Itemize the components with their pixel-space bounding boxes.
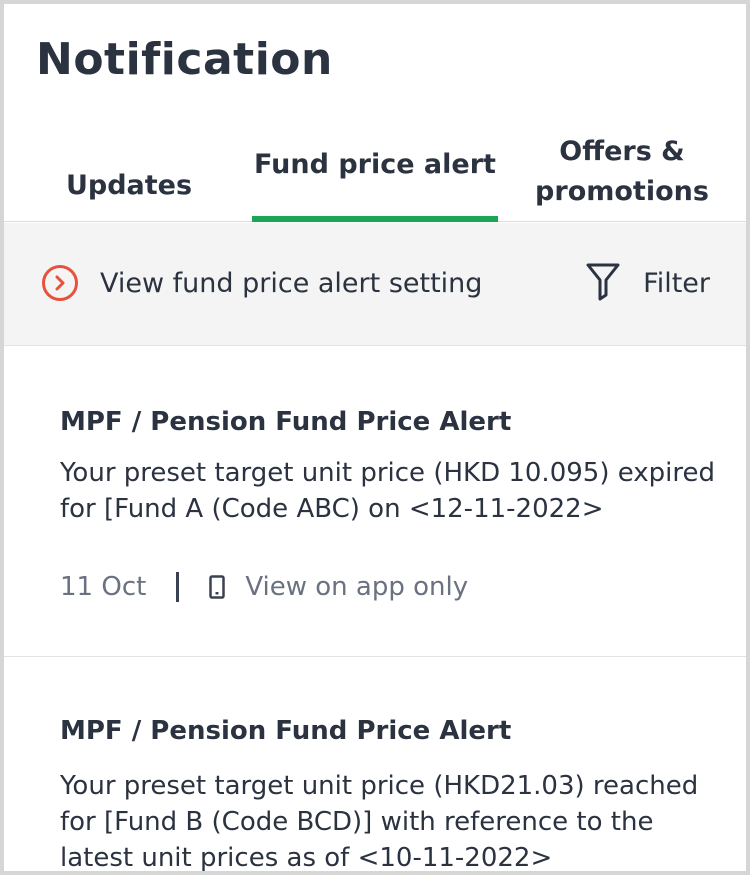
notification-channel: View on app only (245, 572, 469, 602)
notification-body: Your preset target unit price (HKD21.03)… (60, 771, 699, 871)
meta-divider (176, 572, 180, 602)
notification-body: Your preset target unit price (HKD 10.09… (60, 458, 716, 524)
tab-updates-label: Updates (65, 169, 193, 201)
view-alert-setting-label: View fund price alert setting (100, 267, 483, 299)
notification-item[interactable]: MPF / Pension Fund Price Alert Your pres… (4, 658, 746, 871)
tab-fund-price-alert-label: Fund price alert (254, 148, 496, 180)
tab-offers-promotions[interactable]: Offers & promotions (532, 122, 712, 222)
filter-button[interactable]: Filter (585, 261, 710, 305)
notification-meta: 11 Oct View on app only (60, 567, 468, 607)
tab-offers-label-line2: promotions (535, 176, 709, 207)
view-alert-setting-link[interactable]: View fund price alert setting (42, 263, 482, 303)
page-title: Notification (36, 34, 333, 85)
notification-screen: Notification Updates Fund price alert Of… (4, 4, 746, 871)
phone-icon (209, 575, 226, 599)
active-tab-indicator (252, 216, 498, 222)
notification-date: 11 Oct (60, 572, 147, 602)
chevron-right-circle-icon (42, 265, 78, 301)
notification-title: MPF / Pension Fund Price Alert (60, 407, 512, 437)
tab-fund-price-alert[interactable]: Fund price alert (252, 122, 498, 220)
tab-offers-label-line1: Offers & (559, 135, 685, 167)
tab-updates[interactable]: Updates (34, 136, 224, 236)
notification-title: MPF / Pension Fund Price Alert (60, 716, 512, 746)
notification-item[interactable]: MPF / Pension Fund Price Alert Your pres… (4, 347, 746, 657)
alert-toolbar: View fund price alert setting Filter (4, 223, 746, 346)
filter-label: Filter (643, 267, 710, 299)
filter-icon (585, 261, 621, 305)
tab-bar: Updates Fund price alert Offers & promot… (4, 122, 746, 222)
